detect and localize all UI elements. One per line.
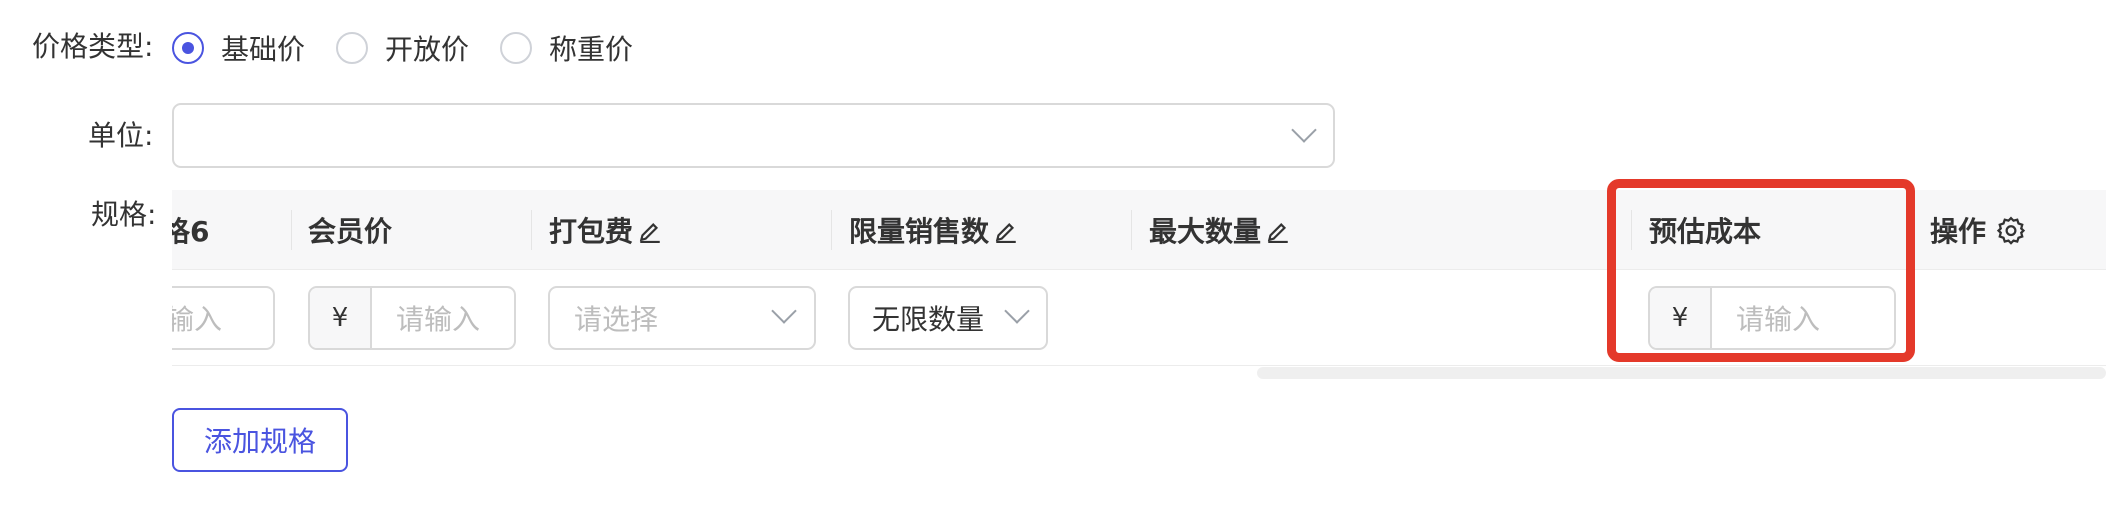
partial-cell-placeholder: 请输入 [172,303,223,336]
gear-icon[interactable] [1996,215,2026,245]
add-spec-button[interactable]: 添加规格 [172,408,348,472]
radio-unchecked-icon [336,32,368,64]
limit-sales-value: 无限数量 [872,303,985,336]
radio-weight-price[interactable]: 称重价 [500,28,633,68]
column-header-partial: 格6 [172,190,209,270]
column-header-limit-sales-text: 限量销售数 [849,215,990,248]
column-header-action-text: 操作 [1930,215,1987,248]
column-header-packing-fee: 打包费 [549,190,663,270]
limit-sales-select[interactable]: 无限数量 [848,286,1048,350]
column-header-est-cost: 预估成本 [1649,190,1761,270]
unit-select[interactable] [172,103,1335,168]
column-header-partial-text: 格6 [172,215,210,248]
column-header-limit-sales: 限量销售数 [849,190,1019,270]
column-header-max-qty-text: 最大数量 [1149,215,1262,248]
currency-prefix: ¥ [1650,288,1712,348]
row-divider [172,365,2106,366]
est-cost-placeholder: 请输入 [1736,303,1821,336]
radio-open-price[interactable]: 开放价 [336,28,469,68]
radio-open-price-label: 开放价 [385,33,470,66]
chevron-down-icon [1291,117,1317,143]
price-type-label: 价格类型: [32,30,154,63]
packing-fee-placeholder: 请选择 [574,303,659,336]
partial-cell-input[interactable]: 请输入 [172,286,275,350]
radio-unchecked-icon [500,32,532,64]
table-header [172,190,2106,270]
column-header-est-cost-text: 预估成本 [1649,215,1762,248]
chevron-down-icon [771,298,797,324]
est-cost-input[interactable]: ¥ 请输入 [1648,286,1896,350]
edit-icon[interactable] [637,217,663,243]
spec-label: 规格: [91,198,157,231]
column-header-max-qty: 最大数量 [1149,190,1291,270]
column-divider [1131,210,1132,250]
radio-basic-price-label: 基础价 [221,33,306,66]
member-price-input[interactable]: ¥ 请输入 [308,286,516,350]
spec-table: 格6 会员价 打包费 限量销售数 最大数量 预估成本 操作 入 ¥ 请输入 请选… [172,190,2106,366]
chevron-down-icon [1004,298,1030,324]
column-divider [291,210,292,250]
column-divider [831,210,832,250]
column-header-packing-fee-text: 打包费 [549,215,634,248]
radio-checked-icon [172,32,204,64]
unit-label: 单位: [88,119,154,152]
column-divider [531,210,532,250]
member-price-placeholder: 请输入 [396,303,481,336]
column-header-member-price: 会员价 [308,190,392,270]
packing-fee-select[interactable]: 请选择 [548,286,816,350]
edit-icon[interactable] [993,217,1019,243]
currency-prefix: ¥ [310,288,372,348]
radio-weight-price-label: 称重价 [549,33,634,66]
column-divider [1631,210,1632,250]
edit-icon[interactable] [1265,217,1291,243]
column-header-action: 操作 [1930,190,2026,270]
column-header-member-price-text: 会员价 [308,215,393,248]
radio-basic-price[interactable]: 基础价 [172,28,305,68]
table-horizontal-scrollbar[interactable] [1257,367,2106,379]
